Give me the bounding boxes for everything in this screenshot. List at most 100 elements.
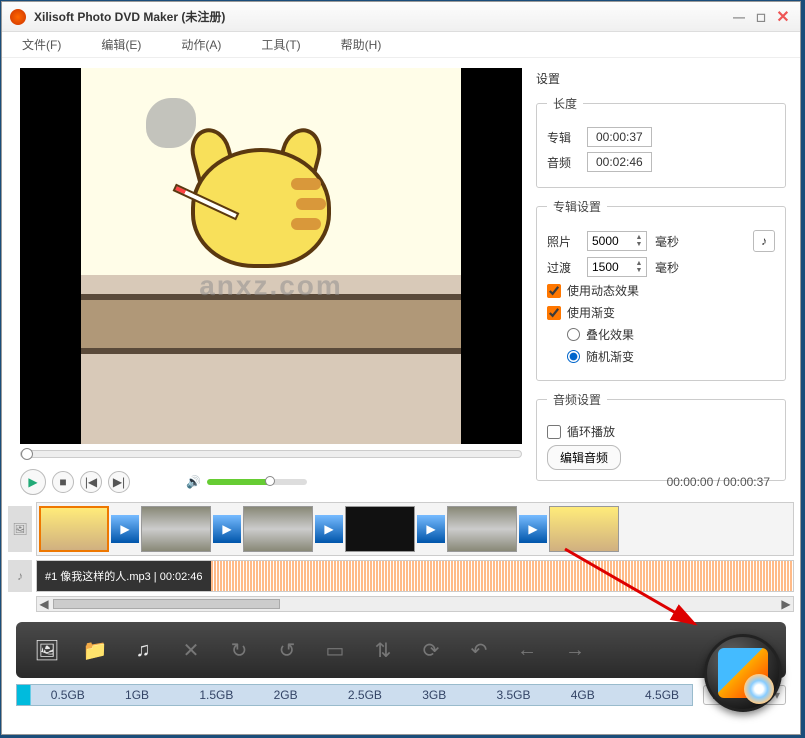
maximize-button[interactable]: ◻ [752, 8, 770, 26]
scroll-left-icon[interactable]: ◀ [37, 597, 51, 611]
refresh-button[interactable]: ⟳ [414, 633, 448, 667]
audio-track-icon: ♪ [8, 560, 32, 592]
spin-down-icon[interactable]: ▼ [632, 241, 646, 248]
length-legend: 长度 [547, 95, 583, 112]
spin-down-icon[interactable]: ▼ [632, 267, 646, 274]
transition-icon[interactable]: ▶ [111, 515, 139, 543]
dynamic-effect-checkbox[interactable] [547, 284, 561, 298]
random-gradient-radio[interactable] [567, 350, 580, 363]
audio-settings-legend: 音频设置 [547, 391, 607, 408]
timeline-thumb[interactable] [39, 506, 109, 552]
delete-button[interactable]: ✕ [174, 633, 208, 667]
ruler-tick: 4GB [571, 688, 595, 702]
loop-label: 循环播放 [567, 423, 615, 440]
prev-icon: |◀ [85, 475, 97, 489]
dynamic-effect-label: 使用动态效果 [567, 282, 639, 299]
audio-settings-group: 音频设置 循环播放 编辑音频 [536, 391, 786, 481]
audio-waveform[interactable]: #1 像我这样的人.mp3 | 00:02:46 [36, 560, 794, 592]
ruler-tick: 0.5GB [51, 688, 85, 702]
titlebar: Xilisoft Photo DVD Maker (未注册) — ◻ ✕ [2, 2, 800, 32]
ruler-tick: 2GB [274, 688, 298, 702]
preview-image: anxz.com [81, 68, 461, 444]
size-bar: 0.5GB 1GB 1.5GB 2GB 2.5GB 3GB 3.5GB 4GB … [16, 684, 786, 706]
transition-duration-spinner[interactable]: ▲▼ [587, 257, 647, 277]
app-icon [10, 9, 26, 25]
app-window: Xilisoft Photo DVD Maker (未注册) — ◻ ✕ 文件(… [1, 1, 801, 735]
transition-icon[interactable]: ▶ [315, 515, 343, 543]
transition-icon[interactable]: ▶ [213, 515, 241, 543]
album-length-label: 专辑 [547, 129, 579, 146]
transition-duration-input[interactable] [588, 258, 632, 276]
minimize-button[interactable]: — [730, 8, 748, 26]
settings-heading: 设置 [536, 70, 786, 87]
play-button[interactable]: ▶ [20, 469, 46, 495]
transition-icon[interactable]: ▶ [519, 515, 547, 543]
timeline-thumb[interactable] [345, 506, 415, 552]
speaker-icon[interactable]: 🔊 [186, 475, 201, 489]
rotate-cw-button[interactable]: ↻ [222, 633, 256, 667]
burn-icon [718, 648, 768, 698]
ruler-tick: 3GB [422, 688, 446, 702]
menu-tools[interactable]: 工具(T) [261, 36, 300, 53]
spin-up-icon[interactable]: ▲ [632, 260, 646, 267]
audio-length-value: 00:02:46 [587, 152, 652, 172]
timeline-thumb[interactable] [447, 506, 517, 552]
photo-thumbnails[interactable]: ▶ ▶ ▶ ▶ ▶ [36, 502, 794, 556]
add-music-button[interactable]: ♫ [126, 633, 160, 667]
photo-unit: 毫秒 [655, 233, 679, 250]
move-left-button[interactable]: ← [510, 633, 544, 667]
audio-clip-label[interactable]: #1 像我这样的人.mp3 | 00:02:46 [37, 561, 211, 591]
menu-edit[interactable]: 编辑(E) [101, 36, 141, 53]
album-settings-group: 专辑设置 照片 ▲▼ 毫秒 ♪ 过渡 ▲▼ 毫秒 [536, 198, 786, 381]
close-button[interactable]: ✕ [774, 8, 792, 26]
photo-duration-input[interactable] [588, 232, 632, 250]
audio-track: ♪ #1 像我这样的人.mp3 | 00:02:46 [8, 560, 794, 592]
menubar: 文件(F) 编辑(E) 动作(A) 工具(T) 帮助(H) [2, 32, 800, 58]
play-icon: ▶ [28, 475, 37, 489]
edit-audio-button[interactable]: 编辑音频 [547, 445, 621, 470]
stop-icon: ■ [59, 475, 66, 489]
next-button[interactable]: ▶| [108, 471, 130, 493]
ruler-tick: 1.5GB [199, 688, 233, 702]
menu-file[interactable]: 文件(F) [22, 36, 61, 53]
random-gradient-label: 随机渐变 [586, 348, 634, 365]
timeline-scrollbar[interactable]: ◀ ▶ [36, 596, 794, 612]
length-group: 长度 专辑 00:00:37 音频 00:02:46 [536, 95, 786, 188]
add-photo-button[interactable]: 🖼 [30, 633, 64, 667]
crop-button[interactable]: ▭ [318, 633, 352, 667]
music-icon: ♪ [761, 234, 767, 248]
burn-dvd-button[interactable] [704, 634, 782, 712]
window-buttons: — ◻ ✕ [730, 8, 792, 26]
music-settings-button[interactable]: ♪ [753, 230, 775, 252]
loop-checkbox[interactable] [547, 425, 561, 439]
spin-up-icon[interactable]: ▲ [632, 234, 646, 241]
menu-help[interactable]: 帮助(H) [341, 36, 382, 53]
preview-seekbar[interactable] [20, 450, 522, 458]
transition-duration-label: 过渡 [547, 259, 579, 276]
bottom-toolbar: 🖼 📁 ♫ ✕ ↻ ↺ ▭ ⇅ ⟳ ↶ ← → [16, 622, 786, 678]
stop-button[interactable]: ■ [52, 471, 74, 493]
content-area: anxz.com 设置 长度 专辑 00:00:37 音频 00:02:46 专… [2, 58, 800, 466]
watermark: anxz.com [199, 270, 343, 302]
sort-button[interactable]: ⇅ [366, 633, 400, 667]
rotate-ccw-button[interactable]: ↺ [270, 633, 304, 667]
timeline-thumb[interactable] [141, 506, 211, 552]
scroll-thumb[interactable] [53, 599, 280, 609]
album-length-value: 00:00:37 [587, 127, 652, 147]
volume-slider[interactable] [207, 479, 307, 485]
add-folder-button[interactable]: 📁 [78, 633, 112, 667]
move-right-button[interactable]: → [558, 633, 592, 667]
volume-control: 🔊 [186, 475, 307, 489]
menu-action[interactable]: 动作(A) [181, 36, 221, 53]
prev-button[interactable]: |◀ [80, 471, 102, 493]
photo-duration-spinner[interactable]: ▲▼ [587, 231, 647, 251]
timeline: 🖼 ▶ ▶ ▶ ▶ ▶ ♪ #1 像我这样的人.mp3 | 00:02:46 [2, 498, 800, 612]
preview-viewport: anxz.com [20, 68, 522, 444]
timeline-thumb[interactable] [243, 506, 313, 552]
gradient-checkbox[interactable] [547, 306, 561, 320]
undo-button[interactable]: ↶ [462, 633, 496, 667]
scroll-right-icon[interactable]: ▶ [779, 597, 793, 611]
transition-icon[interactable]: ▶ [417, 515, 445, 543]
overlay-effect-radio[interactable] [567, 328, 580, 341]
timeline-thumb[interactable] [549, 506, 619, 552]
